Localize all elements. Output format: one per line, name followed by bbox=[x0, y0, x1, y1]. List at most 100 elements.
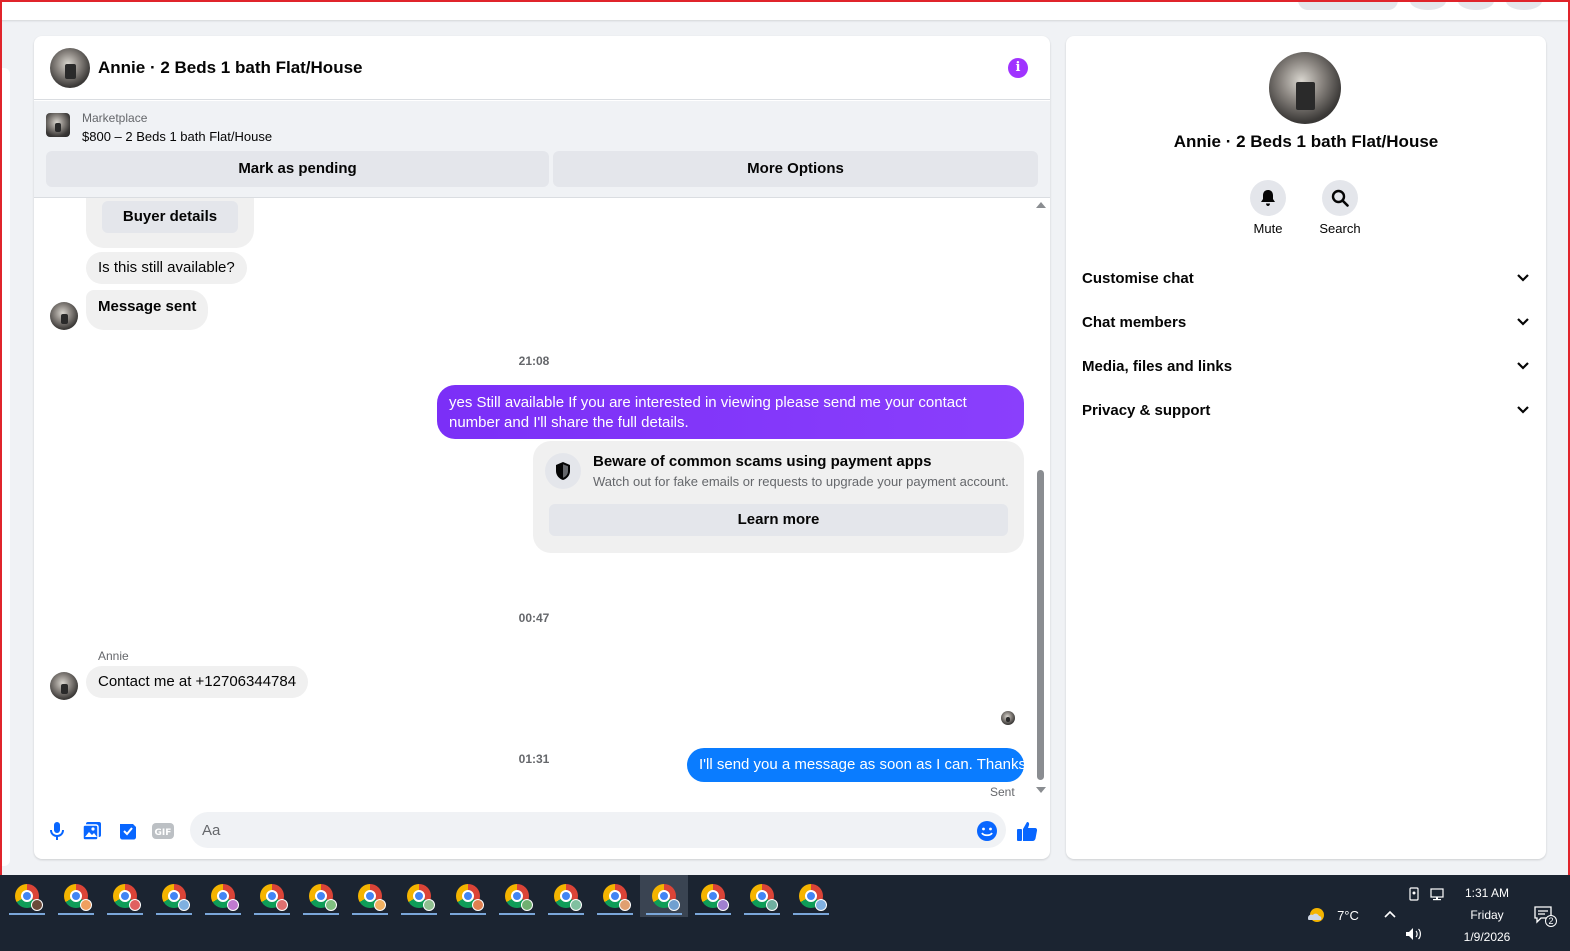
mute-button[interactable]: Mute bbox=[1238, 180, 1298, 236]
chrome-taskbar-icon[interactable] bbox=[52, 875, 100, 917]
chrome-taskbar-icon[interactable] bbox=[395, 875, 443, 917]
temperature-text[interactable]: 7°C bbox=[1330, 908, 1366, 923]
section-customise-chat[interactable]: Customise chat bbox=[1082, 258, 1530, 298]
outgoing-message-bubble: I'll send you a message as soon as I can… bbox=[687, 748, 1026, 782]
sender-avatar[interactable] bbox=[50, 302, 78, 330]
chevron-down-icon bbox=[1517, 318, 1529, 326]
outgoing-message-bubble: yes Still available If you are intereste… bbox=[437, 385, 1024, 439]
top-nav-icon[interactable] bbox=[598, 0, 612, 2]
chrome-taskbar-icon[interactable] bbox=[444, 875, 492, 917]
message-bubble: Message sent bbox=[86, 290, 209, 330]
top-bar-notification-icon[interactable] bbox=[1458, 0, 1494, 10]
scrollbar-thumb[interactable] bbox=[1037, 470, 1044, 780]
chat-avatar[interactable] bbox=[50, 47, 90, 88]
message-timestamp: 00:47 bbox=[518, 611, 550, 625]
chrome-taskbar-icon[interactable] bbox=[150, 875, 198, 917]
chrome-taskbar-icon[interactable] bbox=[591, 875, 639, 917]
chevron-down-icon bbox=[1517, 362, 1529, 370]
facebook-top-bar bbox=[0, 0, 1570, 20]
weather-icon[interactable] bbox=[1306, 906, 1326, 924]
chrome-taskbar-icon[interactable] bbox=[199, 875, 247, 917]
mute-label: Mute bbox=[1253, 221, 1283, 236]
sticker-icon[interactable] bbox=[117, 820, 139, 842]
chrome-taskbar-icon[interactable] bbox=[297, 875, 345, 917]
chevron-down-icon bbox=[1517, 406, 1529, 414]
chrome-taskbar-icon[interactable] bbox=[101, 875, 149, 917]
chrome-taskbar-icon[interactable] bbox=[493, 875, 541, 917]
section-chat-members[interactable]: Chat members bbox=[1082, 302, 1530, 342]
listing-title[interactable]: $800 – 2 Beds 1 bath Flat/House bbox=[82, 129, 272, 144]
chrome-taskbar-icon[interactable] bbox=[542, 875, 590, 917]
scam-warning-description: Watch out for fake emails or requests to… bbox=[593, 474, 1009, 489]
chat-panel: Annie · 2 Beds 1 bath Flat/House i Marke… bbox=[34, 36, 1050, 859]
top-bar-profile-avatar[interactable] bbox=[1506, 0, 1542, 10]
section-privacy-support[interactable]: Privacy & support bbox=[1082, 390, 1530, 430]
scroll-up-arrow[interactable] bbox=[1036, 202, 1046, 208]
search-label: Search bbox=[1319, 221, 1361, 236]
conversation-info-panel: Annie · 2 Beds 1 bath Flat/House Mute Se… bbox=[1066, 36, 1546, 859]
info-panel-title: Annie · 2 Beds 1 bath Flat/House bbox=[1173, 132, 1439, 151]
left-sidebar-edge bbox=[0, 68, 10, 866]
chat-title[interactable]: Annie · 2 Beds 1 bath Flat/House bbox=[98, 58, 363, 78]
clock-day[interactable]: Friday bbox=[1450, 908, 1524, 922]
network-icon[interactable] bbox=[1430, 888, 1446, 901]
section-label: Media, files and links bbox=[1082, 357, 1233, 375]
bell-icon bbox=[1250, 180, 1286, 216]
buyer-details-button[interactable]: Buyer details bbox=[102, 201, 238, 233]
notification-count: 2 bbox=[1545, 915, 1557, 927]
chrome-taskbar-icon[interactable] bbox=[3, 875, 51, 917]
emoji-icon[interactable] bbox=[976, 820, 998, 842]
section-media-files-links[interactable]: Media, files and links bbox=[1082, 346, 1530, 386]
message-bubble: Contact me at +12706344784 bbox=[86, 666, 309, 698]
chrome-taskbar-icon[interactable] bbox=[787, 875, 835, 917]
top-nav-icon[interactable] bbox=[464, 0, 478, 2]
sender-name: Annie bbox=[98, 649, 129, 663]
sent-status: Sent bbox=[990, 785, 1015, 799]
chrome-taskbar-icon[interactable] bbox=[689, 875, 737, 917]
learn-more-button[interactable]: Learn more bbox=[549, 504, 1008, 536]
gif-icon[interactable]: GIF bbox=[152, 820, 174, 842]
microphone-icon[interactable] bbox=[46, 820, 68, 842]
message-bubble: Is this still available? bbox=[86, 252, 247, 284]
notification-center-icon[interactable]: 2 bbox=[1534, 906, 1557, 928]
info-icon[interactable]: i bbox=[1008, 58, 1028, 78]
marketplace-bar: Marketplace $800 – 2 Beds 1 bath Flat/Ho… bbox=[34, 101, 1050, 198]
chevron-down-icon bbox=[1517, 274, 1529, 282]
top-bar-menu-icon[interactable] bbox=[1410, 0, 1446, 10]
listing-thumbnail[interactable] bbox=[46, 113, 70, 137]
scam-warning-title: Beware of common scams using payment app… bbox=[593, 453, 932, 470]
chrome-taskbar-icon[interactable] bbox=[346, 875, 394, 917]
message-composer: GIF bbox=[34, 810, 1050, 859]
volume-icon[interactable] bbox=[1405, 927, 1423, 941]
top-nav-icon[interactable] bbox=[740, 0, 754, 2]
section-label: Privacy & support bbox=[1082, 401, 1211, 419]
sender-avatar[interactable] bbox=[50, 672, 78, 700]
section-label: Chat members bbox=[1082, 313, 1187, 331]
message-thread: Buyer details Is this still available? M… bbox=[34, 198, 1050, 810]
chrome-taskbar-icon[interactable] bbox=[738, 875, 786, 917]
seen-receipt-avatar bbox=[1001, 711, 1015, 725]
buyer-details-card: Buyer details bbox=[86, 198, 254, 248]
profile-avatar[interactable] bbox=[1269, 52, 1341, 124]
chevron-up-icon[interactable] bbox=[1383, 909, 1397, 919]
message-timestamp: 21:08 bbox=[518, 354, 550, 368]
clock-date[interactable]: 1/9/2026 bbox=[1450, 930, 1524, 944]
like-thumb-icon[interactable] bbox=[1016, 820, 1038, 842]
svg-text:GIF: GIF bbox=[155, 828, 172, 838]
chrome-taskbar-icon-active[interactable] bbox=[640, 875, 688, 917]
marketplace-label: Marketplace bbox=[82, 111, 148, 125]
meeting-icon[interactable] bbox=[1407, 887, 1421, 901]
message-input[interactable] bbox=[190, 812, 1006, 848]
scam-warning-card: Beware of common scams using payment app… bbox=[533, 441, 1024, 553]
scroll-down-arrow[interactable] bbox=[1036, 787, 1046, 793]
search-icon bbox=[1322, 180, 1358, 216]
search-button[interactable]: Search bbox=[1310, 180, 1370, 236]
top-bar-pill-button[interactable] bbox=[1298, 0, 1398, 10]
section-label: Customise chat bbox=[1082, 269, 1194, 287]
clock-time[interactable]: 1:31 AM bbox=[1450, 886, 1524, 900]
chrome-taskbar-icon[interactable] bbox=[248, 875, 296, 917]
photo-attach-icon[interactable] bbox=[81, 820, 103, 842]
mark-as-pending-button[interactable]: Mark as pending bbox=[46, 151, 549, 187]
more-options-button[interactable]: More Options bbox=[553, 151, 1038, 187]
message-timestamp: 01:31 bbox=[518, 752, 550, 766]
